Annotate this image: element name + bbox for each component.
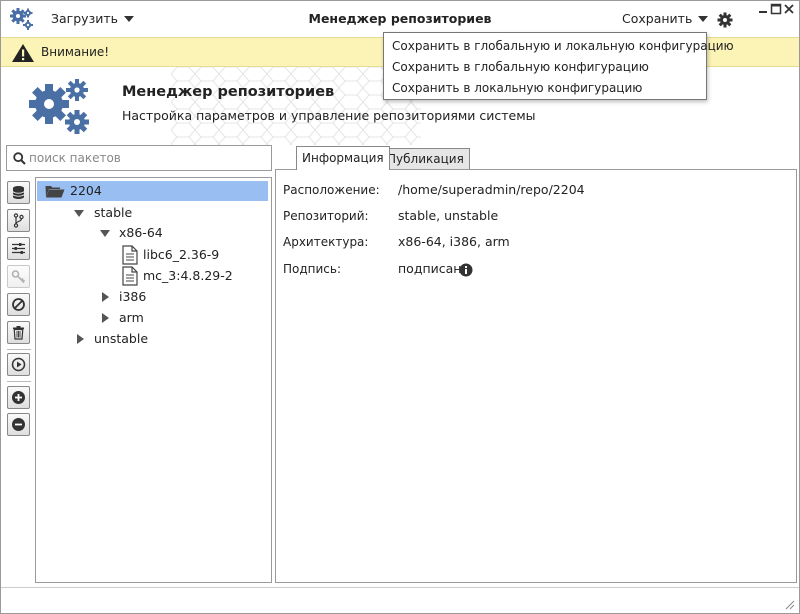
block-button[interactable]	[7, 293, 30, 316]
location-label: Расположение:	[283, 183, 380, 197]
tree-label-i386: i386	[119, 289, 147, 304]
info-icon[interactable]	[459, 263, 473, 277]
tree-node-root[interactable]: 2204	[37, 181, 268, 201]
architecture-label: Архитектура:	[283, 235, 369, 249]
header-subtitle: Настройка параметров и управление репози…	[122, 108, 536, 123]
settings-gear-icon[interactable]	[717, 12, 733, 28]
load-menu-button[interactable]: Загрузить	[51, 11, 134, 26]
signature-label: Подпись:	[283, 262, 342, 276]
repository-label: Репозиторий:	[283, 209, 369, 223]
search-input[interactable]	[29, 147, 267, 169]
status-bar	[1, 587, 799, 613]
tab-publish[interactable]: Публикация	[381, 148, 470, 170]
tree-node-arm[interactable]: arm	[100, 308, 220, 328]
folder-open-icon	[45, 186, 65, 198]
tree-node-i386[interactable]: i386	[100, 287, 220, 307]
tree-label-package: mc_3:4.8.29-2	[143, 268, 233, 283]
delete-button[interactable]	[7, 321, 30, 344]
expanded-arrow-icon	[100, 230, 110, 237]
menu-item-save-local[interactable]: Сохранить в локальную конфигурацию	[384, 78, 706, 99]
menu-item-save-global-local[interactable]: Сохранить в глобальную и локальную конфи…	[384, 36, 734, 57]
repository-tree: 2204 stable x86-64 libc6_2.36-9 mc_3:4.8…	[35, 177, 272, 583]
tree-node-package[interactable]: libc6_2.36-9	[120, 244, 270, 266]
minimize-icon[interactable]	[757, 3, 769, 15]
expanded-arrow-icon	[74, 210, 84, 217]
info-panel	[275, 169, 797, 583]
search-icon	[13, 152, 26, 165]
tree-node-unstable[interactable]: unstable	[75, 329, 195, 349]
chevron-down-icon	[698, 15, 709, 22]
play-icon	[11, 357, 26, 372]
key-button[interactable]	[7, 265, 30, 288]
database-icon	[12, 186, 25, 199]
warning-text: Внимание!	[41, 45, 110, 59]
run-button[interactable]	[7, 353, 30, 376]
plus-icon	[12, 391, 25, 404]
settings-button[interactable]	[7, 237, 30, 260]
key-icon	[11, 270, 26, 284]
add-button[interactable]	[7, 386, 30, 409]
chevron-down-icon	[124, 15, 134, 22]
load-menu-label: Загрузить	[51, 11, 118, 26]
sliders-icon	[12, 243, 25, 254]
signature-value: подписан	[398, 261, 462, 276]
maximize-icon[interactable]	[770, 3, 782, 15]
package-search	[6, 145, 272, 171]
tab-info[interactable]: Информация	[296, 146, 390, 170]
block-icon	[12, 298, 25, 311]
toolbar-divider	[7, 381, 31, 382]
architecture-value: x86-64, i386, arm	[398, 234, 510, 249]
header-title: Менеджер репозиториев	[122, 84, 335, 100]
close-icon[interactable]	[783, 3, 795, 15]
trash-icon	[13, 326, 24, 340]
tree-label-unstable: unstable	[94, 331, 149, 346]
branch-button[interactable]	[7, 209, 30, 232]
repository-value: stable, unstable	[398, 208, 499, 223]
collapsed-arrow-icon	[102, 313, 109, 323]
menu-item-save-global[interactable]: Сохранить в глобальную конфигурацию	[384, 57, 706, 78]
tree-label-root: 2204	[70, 183, 102, 198]
tree-label-package: libc6_2.36-9	[143, 247, 220, 262]
tree-node-package[interactable]: mc_3:4.8.29-2	[120, 265, 270, 287]
file-icon	[122, 245, 138, 265]
file-icon	[122, 266, 138, 286]
branch-icon	[13, 213, 24, 228]
toolbar-divider	[7, 349, 31, 350]
save-menu-label: Сохранить	[622, 11, 693, 26]
app-gears-icon	[10, 8, 33, 30]
remove-button[interactable]	[7, 413, 30, 436]
minus-icon	[12, 418, 25, 431]
save-dropdown-menu: Сохранить в глобальную и локальную конфи…	[383, 32, 734, 100]
save-menu-button[interactable]: Сохранить	[622, 11, 709, 26]
tree-label-x86-64: x86-64	[119, 225, 163, 240]
app-window: Загрузить Менеджер репозиториев Сохранит…	[0, 0, 800, 614]
collapsed-arrow-icon	[102, 292, 109, 302]
window-controls	[757, 3, 795, 15]
collapsed-arrow-icon	[77, 334, 84, 344]
database-button[interactable]	[7, 181, 30, 204]
tree-node-stable[interactable]: stable	[72, 203, 192, 223]
tree-label-arm: arm	[119, 310, 144, 325]
gears-logo-icon	[29, 79, 89, 134]
warning-icon	[12, 44, 34, 62]
tree-label-stable: stable	[94, 205, 133, 220]
tree-node-x86-64[interactable]: x86-64	[98, 223, 218, 243]
resize-grip-icon[interactable]	[783, 598, 795, 610]
location-value: /home/superadmin/repo/2204	[398, 182, 585, 197]
